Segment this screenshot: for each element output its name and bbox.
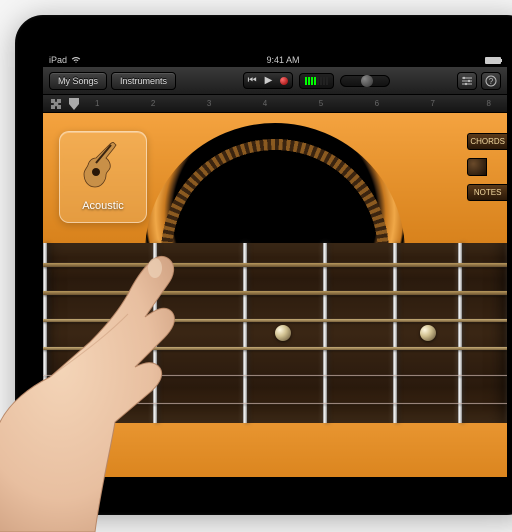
fret [153,243,157,423]
volume-knob[interactable] [361,75,373,87]
guitar-string[interactable] [43,347,507,350]
guitar-string[interactable] [43,319,507,322]
svg-text:?: ? [489,77,494,86]
ipad-device-frame: iPad 9:41 AM My Songs Instruments ⏮ ▶ [15,15,512,515]
wifi-icon [71,56,81,64]
guitar-string[interactable] [43,375,507,376]
acoustic-guitar-icon [82,142,124,194]
notes-tab[interactable]: NOTES [467,184,507,201]
fret [458,243,462,423]
rosette [145,123,405,243]
autoplay-button[interactable] [467,158,487,176]
instrument-label: Acoustic [82,200,124,212]
my-songs-button[interactable]: My Songs [49,72,107,90]
loop-browser-icon[interactable] [49,97,63,111]
battery-icon [485,57,501,64]
transport-controls: ⏮ ▶ [243,72,294,89]
fret [43,243,47,423]
status-bar: iPad 9:41 AM [43,53,507,67]
top-toolbar: My Songs Instruments ⏮ ▶ ? [43,67,507,95]
playhead-icon[interactable] [69,98,79,110]
timeline-ruler[interactable]: 1 2 3 4 5 6 7 8 [85,99,501,108]
device-label: iPad [49,55,67,65]
guitar-body-lower [43,423,507,477]
fret [323,243,327,423]
fret-marker [275,325,291,341]
fretboard[interactable] [43,243,507,423]
record-icon[interactable] [280,77,288,85]
rewind-icon[interactable]: ⏮ [248,75,257,86]
guitar-string[interactable] [43,291,507,295]
fret [393,243,397,423]
play-icon[interactable]: ▶ [265,75,273,86]
instrument-selector[interactable]: Acoustic [59,131,147,223]
mixer-icon[interactable] [457,72,477,90]
help-icon[interactable]: ? [481,72,501,90]
volume-slider[interactable] [340,75,390,87]
chords-tab[interactable]: CHORDS [467,133,507,150]
guitar-string[interactable] [43,263,507,267]
fret [243,243,247,423]
guitar-string[interactable] [43,403,507,404]
track-subbar: 1 2 3 4 5 6 7 8 [43,95,507,113]
clock: 9:41 AM [266,55,299,65]
fret-marker [420,325,436,341]
instruments-button[interactable]: Instruments [111,72,176,90]
level-meter [299,73,334,89]
screen: iPad 9:41 AM My Songs Instruments ⏮ ▶ [43,53,507,477]
guitar-body: Acoustic CHORDS NOTES [43,113,507,243]
